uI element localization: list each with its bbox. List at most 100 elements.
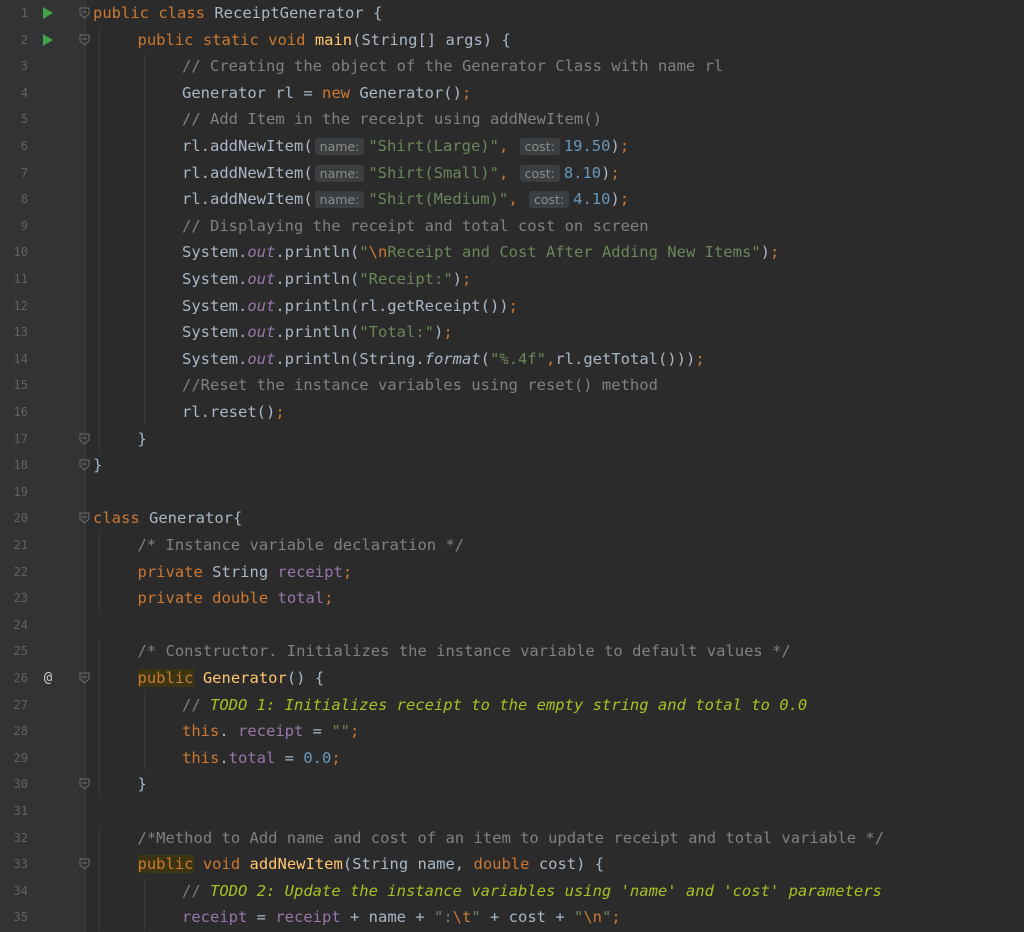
code-line[interactable]: 19 <box>0 479 1024 506</box>
code-line[interactable]: 9 // Displaying the receipt and total cos… <box>0 212 1024 240</box>
code-text[interactable]: /*Method to Add name and cost of an item… <box>138 825 885 852</box>
code-line[interactable]: 32 /*Method to Add name and cost of an it… <box>0 824 1024 852</box>
code-token: ) <box>760 243 770 262</box>
run-icon[interactable] <box>40 0 56 27</box>
indent-guide <box>99 26 100 54</box>
code-text[interactable]: System.out.println(rl.getReceipt()); <box>182 293 518 320</box>
code-line[interactable]: 35 receipt = receipt + name + ":\t" + cos… <box>0 904 1024 931</box>
string-literal: "Receipt:" <box>359 270 453 288</box>
code-line[interactable]: 1 public class ReceiptGenerator { <box>0 0 1024 27</box>
code-line[interactable]: 12 System.out.println(rl.getReceipt()); <box>0 292 1024 320</box>
indent-guide <box>99 399 100 426</box>
code-line[interactable]: 3 // Creating the object of the Generator… <box>0 53 1024 80</box>
indent-guide <box>99 345 100 373</box>
code-text[interactable]: this.total = 0.0; <box>182 745 341 772</box>
indent-guide <box>99 319 100 346</box>
code-comment: /*Method to Add name and cost of an item… <box>137 828 885 847</box>
string-literal: "Shirt(Small)" <box>368 163 499 182</box>
code-line[interactable]: 22 private String receipt; <box>0 558 1024 586</box>
code-line[interactable]: 30} <box>0 771 1024 798</box>
code-text[interactable]: // TODO 1: Initializes receipt to the em… <box>182 692 807 719</box>
code-line[interactable]: 7 rl.addNewItem(name: "Shirt(Small)", cost… <box>0 159 1024 188</box>
code-line[interactable]: 34 // TODO 2: Update the instance variabl… <box>0 877 1024 905</box>
code-line[interactable]: 16 rl.reset(); <box>0 399 1024 426</box>
line-number: 35 <box>13 910 28 925</box>
code-text[interactable]: /* Instance variable declaration */ <box>138 532 465 559</box>
line-number: 23 <box>13 591 28 606</box>
code-text[interactable]: } <box>138 426 147 453</box>
fold-icon[interactable] <box>79 433 90 445</box>
code-line[interactable]: 25 /* Constructor. Initializes the instan… <box>0 638 1024 665</box>
code-text[interactable]: // TODO 2: Update the instance variables… <box>182 878 882 905</box>
code-text[interactable]: public class ReceiptGenerator { <box>93 0 382 27</box>
code-text[interactable]: //Reset the instance variables using res… <box>182 372 658 399</box>
code-line[interactable]: 33 public void addNewItem(String name, do… <box>0 851 1024 878</box>
fold-icon[interactable] <box>79 459 90 471</box>
keyword: , <box>498 163 518 182</box>
code-text[interactable]: public static void main(String[] args) { <box>138 27 511 54</box>
code-line[interactable]: 23 private double total; <box>0 585 1024 612</box>
code-token: = <box>247 908 276 927</box>
fold-icon[interactable] <box>79 858 90 870</box>
code-line[interactable]: 28 this. receipt = ""; <box>0 718 1024 745</box>
code-comment: // <box>182 881 210 900</box>
code-text[interactable]: rl.addNewItem(name: "Shirt(Large)", cost:… <box>182 133 629 161</box>
code-line[interactable]: 5 // Add Item in the receipt using addNew… <box>0 106 1024 133</box>
code-text[interactable]: rl.addNewItem(name: "Shirt(Small)", cost:… <box>182 160 620 188</box>
indent-guide <box>99 239 100 266</box>
code-text[interactable]: System.out.println(String.format("%.4f",… <box>182 346 705 373</box>
indent-guide <box>99 691 100 719</box>
code-text[interactable]: private double total; <box>138 585 334 612</box>
code-line[interactable]: 18} <box>0 452 1024 479</box>
code-line[interactable]: 20 class Generator{ <box>0 505 1024 532</box>
code-line[interactable]: 4 Generator rl = new Generator(); <box>0 79 1024 107</box>
code-line[interactable]: 24 <box>0 612 1024 639</box>
code-line[interactable]: 11 System.out.println("Receipt:"); <box>0 266 1024 293</box>
fold-icon[interactable] <box>79 512 90 525</box>
code-line[interactable]: 27 // TODO 1: Initializes receipt to the … <box>0 691 1024 719</box>
override-icon[interactable]: @ <box>40 665 56 692</box>
code-text[interactable]: // Creating the object of the Generator … <box>182 53 723 80</box>
code-line[interactable]: 29 this.total = 0.0; <box>0 744 1024 772</box>
code-line[interactable]: 17} <box>0 425 1024 453</box>
code-text[interactable]: Generator rl = new Generator(); <box>182 80 471 107</box>
fold-icon[interactable] <box>79 7 90 19</box>
code-text[interactable]: private String receipt; <box>138 559 353 586</box>
code-text[interactable]: public void addNewItem(String name, doub… <box>137 851 604 878</box>
code-text[interactable]: } <box>138 771 147 798</box>
code-line[interactable]: 26 @ public Generator() { <box>0 665 1024 692</box>
code-text[interactable]: System.out.println("Total:"); <box>182 319 453 346</box>
code-text[interactable]: System.out.println("\nReceipt and Cost A… <box>182 239 779 266</box>
keyword: private double <box>137 589 278 608</box>
indent-guide <box>99 904 100 931</box>
code-text[interactable]: receipt = receipt + name + ":\t" + cost … <box>182 904 621 931</box>
code-line[interactable]: 14 System.out.println(String.format("%.4f… <box>0 345 1024 373</box>
indent-guide <box>143 266 145 293</box>
run-icon[interactable] <box>40 27 56 54</box>
code-line[interactable]: 6 rl.addNewItem(name: "Shirt(Large)", cost… <box>0 133 1024 160</box>
code-text[interactable]: this. receipt = ""; <box>182 718 359 745</box>
string-literal: " <box>574 908 584 927</box>
code-editor[interactable]: 1 public class ReceiptGenerator {2 public … <box>0 0 1024 932</box>
code-line[interactable]: 13 System.out.println("Total:"); <box>0 319 1024 346</box>
code-line[interactable]: 10 System.out.println("\nReceipt and Cost… <box>0 239 1024 266</box>
fold-icon[interactable] <box>79 778 90 791</box>
code-text[interactable]: } <box>93 452 102 479</box>
keyword: ; <box>769 243 780 262</box>
fold-icon[interactable] <box>79 672 90 684</box>
code-text[interactable]: // Add Item in the receipt using addNewI… <box>182 106 602 133</box>
code-line[interactable]: 31 <box>0 798 1024 825</box>
code-line[interactable]: 8 rl.addNewItem(name: "Shirt(Medium)", cos… <box>0 186 1024 213</box>
code-text[interactable]: // Displaying the receipt and total cost… <box>182 213 649 240</box>
code-text[interactable]: System.out.println("Receipt:"); <box>182 266 471 293</box>
code-text[interactable]: public Generator() { <box>137 665 324 692</box>
code-line[interactable]: 15 //Reset the instance variables using r… <box>0 372 1024 399</box>
code-line[interactable]: 2 public static void main(String[] args) … <box>0 26 1024 54</box>
code-text[interactable]: class Generator{ <box>93 505 242 532</box>
code-text[interactable]: /* Constructor. Initializes the instance… <box>138 638 791 665</box>
code-token: receipt <box>182 908 248 927</box>
code-text[interactable]: rl.reset(); <box>182 399 285 426</box>
fold-icon[interactable] <box>79 34 90 46</box>
code-text[interactable]: rl.addNewItem(name: "Shirt(Medium)", cost… <box>182 186 629 214</box>
code-line[interactable]: 21 /* Instance variable declaration */ <box>0 532 1024 559</box>
